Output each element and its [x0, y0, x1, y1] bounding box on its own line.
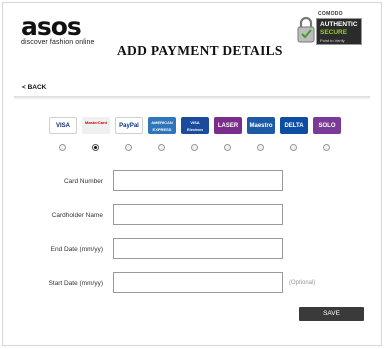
- back-link[interactable]: < BACK: [22, 84, 46, 91]
- card-logo-maestro[interactable]: Maestro: [247, 117, 275, 134]
- radio-mastercard[interactable]: [92, 144, 99, 151]
- security-seal[interactable]: COMODO AUTHENTIC SECURE Point to Verify: [296, 11, 364, 49]
- radio-paypal[interactable]: [125, 144, 132, 151]
- card-logo-laser[interactable]: LASER: [214, 117, 242, 134]
- seal-brand: COMODO: [318, 11, 343, 17]
- end-date-input[interactable]: [113, 238, 283, 259]
- card-logo-visa[interactable]: VISA: [49, 117, 77, 134]
- seal-line-secure: SECURE: [320, 29, 348, 36]
- page-title: ADD PAYMENT DETAILS: [117, 43, 283, 58]
- card-logo-mastercard[interactable]: MasterCard: [82, 117, 110, 134]
- header-divider: [14, 96, 370, 100]
- card-logo-paypal[interactable]: PayPal: [115, 117, 143, 134]
- seal-line-authentic: AUTHENTIC: [320, 21, 358, 28]
- cardholder-name-label: Cardholder Name: [51, 212, 103, 219]
- end-date-label: End Date (mm/yy): [50, 246, 103, 253]
- radio-visa[interactable]: [59, 144, 66, 151]
- radio-solo[interactable]: [323, 144, 330, 151]
- card-logo-solo[interactable]: SOLO: [313, 117, 341, 134]
- start-date-input[interactable]: [113, 272, 283, 293]
- logo-tagline: discover fashion online: [21, 39, 95, 46]
- save-button[interactable]: SAVE: [299, 307, 364, 321]
- radio-visa-electron[interactable]: [191, 144, 198, 151]
- card-number-input[interactable]: [113, 170, 283, 191]
- card-number-label: Card Number: [63, 178, 103, 185]
- radio-laser[interactable]: [224, 144, 231, 151]
- radio-delta[interactable]: [290, 144, 297, 151]
- logo-wordmark: asos: [21, 12, 82, 41]
- radio-american-express[interactable]: [158, 144, 165, 151]
- asos-logo: asos discover fashion online: [21, 14, 95, 46]
- seal-box: AUTHENTIC SECURE Point to Verify: [316, 18, 362, 45]
- seal-line-verify: Point to Verify: [320, 38, 345, 43]
- radio-maestro[interactable]: [257, 144, 264, 151]
- start-date-label: Start Date (mm/yy): [48, 280, 103, 287]
- card-logo-delta[interactable]: DELTA: [280, 117, 308, 134]
- padlock-icon: [297, 16, 315, 43]
- optional-hint: (Optional): [289, 280, 316, 286]
- card-logo-american-express[interactable]: AMERICAN EXPRESS: [148, 117, 176, 134]
- card-logo-visa-electron[interactable]: VISA Electron: [181, 117, 209, 134]
- cardholder-name-input[interactable]: [113, 204, 283, 225]
